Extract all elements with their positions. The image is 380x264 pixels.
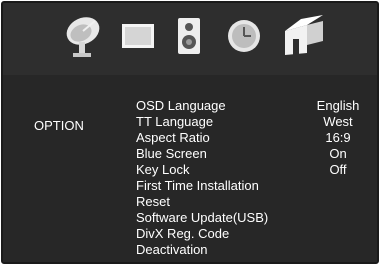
menu-item-value: 16:9 (325, 130, 351, 145)
speaker-icon (169, 12, 209, 65)
menu-item-first-time-installation[interactable]: First Time Installation (136, 178, 368, 194)
menu-item-label: TT Language (136, 114, 214, 129)
menu-item-tt-language[interactable]: TT Language West (136, 114, 368, 130)
menu-item-label: Key Lock (136, 162, 190, 177)
option-blocks-icon (277, 11, 329, 66)
menu-item-value (308, 194, 368, 210)
menu-item-label: Software Update(USB) (136, 210, 269, 225)
satellite-dish-icon (55, 11, 111, 66)
tab-picture[interactable] (117, 13, 159, 63)
tab-channel[interactable] (55, 13, 111, 63)
menu-item-blue-screen[interactable]: Blue Screen On (136, 146, 368, 162)
menu-item-label: Deactivation (136, 242, 208, 257)
clock-icon (221, 13, 267, 64)
menu-item-value (308, 178, 368, 194)
picture-icon (117, 16, 159, 61)
menu-item-label: DivX Reg. Code (136, 226, 230, 241)
tab-option[interactable] (277, 13, 329, 63)
menu-item-value: English (316, 98, 360, 113)
menu-item-aspect-ratio[interactable]: Aspect Ratio 16:9 (136, 130, 368, 146)
menu-item-label: OSD Language (136, 98, 226, 113)
osd-menu-window: OPTION OSD Language English TT Language … (1, 1, 379, 264)
menu-item-value (308, 210, 368, 226)
tab-sound[interactable] (169, 13, 209, 63)
menu-item-value (308, 242, 368, 258)
option-settings-panel: OPTION OSD Language English TT Language … (3, 75, 377, 262)
menu-item-key-lock[interactable]: Key Lock Off (136, 162, 368, 178)
menu-item-value: West (323, 114, 353, 129)
menu-item-value: On (329, 146, 347, 161)
tab-time[interactable] (221, 13, 267, 63)
menu-item-software-update[interactable]: Software Update(USB) (136, 210, 368, 226)
menu-item-osd-language[interactable]: OSD Language English (136, 98, 368, 114)
section-label: OPTION (34, 118, 84, 133)
menu-item-value: Off (329, 162, 347, 177)
menu-item-label: Reset (136, 194, 170, 209)
menu-item-label: First Time Installation (136, 178, 259, 193)
menu-item-divx-reg-code[interactable]: DivX Reg. Code (136, 226, 368, 242)
menu-tab-bar (3, 3, 377, 75)
menu-item-label: Aspect Ratio (136, 130, 210, 145)
menu-item-reset[interactable]: Reset (136, 194, 368, 210)
menu-item-label: Blue Screen (136, 146, 207, 161)
menu-item-deactivation[interactable]: Deactivation (136, 242, 368, 258)
menu-item-value (308, 226, 368, 242)
